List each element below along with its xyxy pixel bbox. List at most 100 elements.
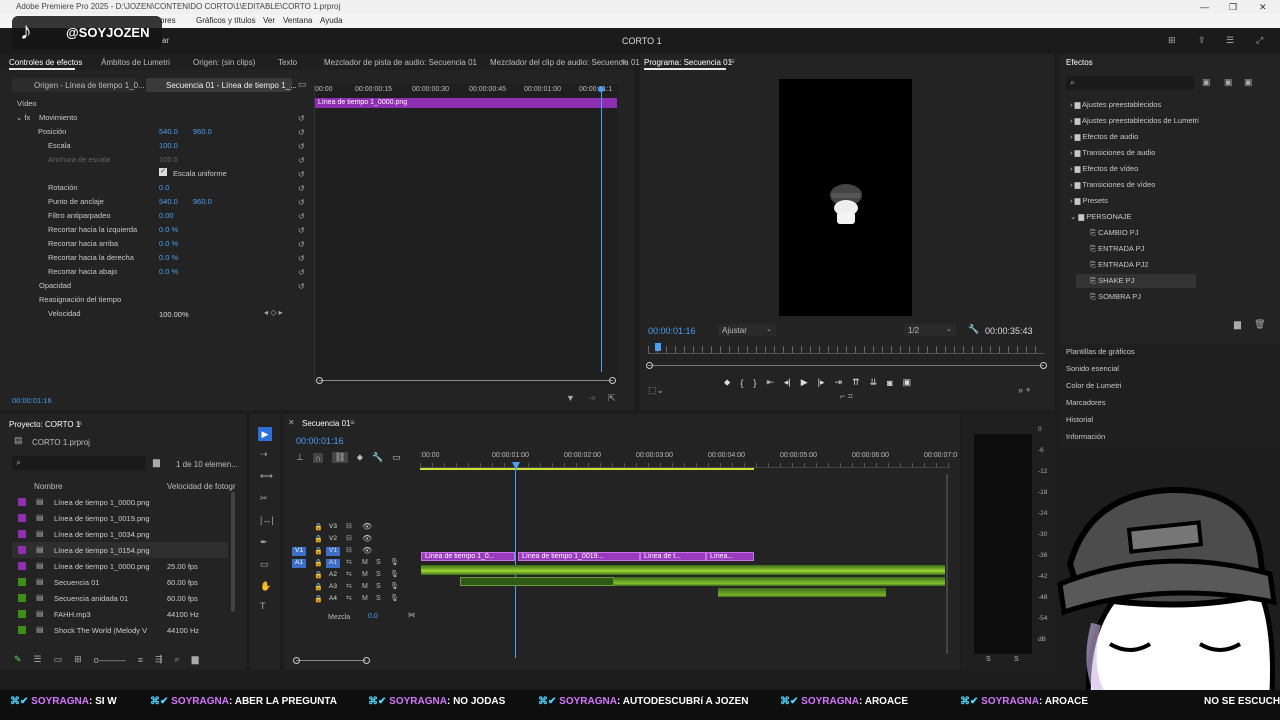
- slip-icon[interactable]: |↔|: [260, 516, 274, 525]
- source-patch-a1[interactable]: A1: [292, 559, 306, 568]
- mute-button[interactable]: M: [362, 571, 368, 578]
- value-anclaje-x[interactable]: 540.0: [159, 197, 178, 206]
- find-icon[interactable]: ⌕: [175, 654, 180, 665]
- value-recortar-abajo[interactable]: 0.0 %: [159, 267, 178, 276]
- sequence-tab[interactable]: Secuencia 01: [302, 419, 350, 428]
- video-clip[interactable]: Línea de t...: [640, 552, 706, 561]
- tab-audio-track-mixer[interactable]: Mezclador de pista de audio: Secuencia 0…: [324, 58, 477, 67]
- razor-icon[interactable]: ✂: [260, 494, 268, 503]
- reset-icon[interactable]: ↺: [298, 280, 310, 294]
- video-clip[interactable]: Línea de tiempo 1_0...: [421, 552, 515, 561]
- add-marker-icon[interactable]: ⬥: [357, 452, 363, 463]
- solo-button[interactable]: S: [376, 583, 381, 590]
- new-bin-icon[interactable]: ▆: [192, 654, 199, 665]
- value-posicion-x[interactable]: 540.0: [159, 127, 178, 136]
- tree-item-efectos-video[interactable]: › ▆ Efectos de vídeo: [1070, 164, 1138, 173]
- track-select-icon[interactable]: ⇢: [260, 450, 268, 459]
- project-item[interactable]: ▤ Línea de tiempo 1_0000.png 25.00 fps: [12, 558, 228, 574]
- effect-timeline[interactable]: 00:00 00:00:00:15 00:00:00:30 00:00:00:4…: [314, 84, 618, 384]
- mic-icon[interactable]: 🎙: [390, 594, 399, 602]
- video-clip[interactable]: Línea...: [706, 552, 754, 561]
- mic-icon[interactable]: 🎙: [390, 558, 399, 566]
- lock-icon[interactable]: 🔒: [314, 523, 323, 531]
- sequence-menu-icon[interactable]: ≡: [350, 419, 355, 427]
- reset-icon[interactable]: ↺: [298, 266, 310, 280]
- camera-icon[interactable]: ◙: [887, 378, 892, 388]
- type-icon[interactable]: T: [260, 602, 266, 611]
- menu-marcadores[interactable]: ores: [160, 14, 176, 28]
- toggle-timeline-icon[interactable]: ▭: [298, 80, 307, 89]
- program-menu-icon[interactable]: ≡: [730, 58, 735, 66]
- rectangle-icon[interactable]: ▭: [260, 560, 269, 569]
- value-recortar-arriba[interactable]: 0.0 %: [159, 239, 178, 248]
- mix-keyframe-icon[interactable]: ⋈: [408, 612, 415, 619]
- eye-icon[interactable]: 👁: [362, 522, 372, 531]
- solo-button[interactable]: S: [376, 559, 381, 566]
- marker-icon[interactable]: ⬥: [724, 377, 730, 388]
- icon-view-icon[interactable]: ▭: [54, 654, 63, 665]
- mute-button[interactable]: M: [362, 583, 368, 590]
- compare-icon[interactable]: ▣: [903, 377, 912, 388]
- preset-entrada-pj[interactable]: ⎘ ENTRADA PJ: [1090, 244, 1144, 254]
- track-header[interactable]: 🔒 V3 ⊟ 👁: [292, 522, 418, 534]
- mic-icon[interactable]: 🎙: [390, 582, 399, 590]
- list-view-icon[interactable]: ☰: [34, 654, 42, 665]
- linked-selection-icon[interactable]: ⛓: [332, 452, 348, 463]
- filter-icon[interactable]: ▼: [566, 394, 575, 403]
- mic-icon[interactable]: 🎙: [390, 570, 399, 578]
- tree-item-efectos-audio[interactable]: › ▆ Efectos de audio: [1070, 132, 1138, 141]
- workspaces-icon[interactable]: ⊞: [1168, 36, 1176, 45]
- program-timecode[interactable]: 00:00:01:16: [648, 326, 696, 336]
- value-recortar-izquierda[interactable]: 0.0 %: [159, 225, 178, 234]
- timeline-zoom-left[interactable]: [293, 657, 300, 664]
- play-icon[interactable]: ▶: [801, 377, 808, 388]
- close-window-button[interactable]: ✕: [1259, 0, 1267, 14]
- go-to-in-icon[interactable]: ⇤: [766, 377, 774, 388]
- ec-scroll-handle-left[interactable]: [316, 377, 323, 384]
- eye-icon[interactable]: 👁: [362, 546, 372, 555]
- new-bin-from-search-icon[interactable]: ▆: [153, 458, 160, 467]
- panel-plantillas[interactable]: Plantillas de gráficos: [1066, 347, 1135, 357]
- source-clip-tab[interactable]: Origen - Línea de tiempo 1_0...: [12, 78, 145, 92]
- zoom-slider[interactable]: o———: [94, 655, 126, 665]
- solo-button[interactable]: S: [376, 595, 381, 602]
- automate-icon[interactable]: ⇶: [155, 654, 163, 665]
- captions-icon[interactable]: ▭: [392, 452, 401, 463]
- value-anclaje-y[interactable]: 960.0: [193, 197, 212, 206]
- snap-icon[interactable]: ∩: [312, 452, 324, 463]
- track-name[interactable]: V3: [326, 523, 340, 532]
- track-header[interactable]: 🔒 A3 ⇆ M S 🎙: [292, 582, 418, 594]
- ec-playhead[interactable]: [601, 86, 602, 372]
- keyframe-nav-icon[interactable]: ◂ ◇ ▸: [264, 309, 283, 317]
- tree-item-transiciones-audio[interactable]: › ▆ Transiciones de audio: [1070, 148, 1155, 157]
- panel-marcadores[interactable]: Marcadores: [1066, 398, 1106, 407]
- project-item[interactable]: ▤ Secuencia 01 60.00 fps: [12, 574, 228, 590]
- project-item[interactable]: ▤ Línea de tiempo 1_0034.png: [12, 526, 228, 542]
- 32bit-effects-icon[interactable]: ▣: [1224, 78, 1233, 87]
- lock-icon[interactable]: 🔒: [314, 583, 323, 591]
- track-header[interactable]: A1 🔒 A1 ⇆ M S 🎙: [292, 558, 418, 570]
- reset-icon[interactable]: ↺: [298, 252, 310, 266]
- reset-icon[interactable]: ↺: [298, 238, 310, 252]
- value-velocidad[interactable]: 100.00%: [159, 310, 189, 319]
- audio-clip-a3[interactable]: [718, 588, 886, 597]
- hand-icon[interactable]: ✋: [260, 582, 271, 591]
- audio-clip-a1[interactable]: [421, 565, 945, 575]
- share-icon[interactable]: ⇪: [1198, 36, 1206, 45]
- ripple-edit-icon[interactable]: ⟷: [260, 472, 273, 481]
- new-bin-icon[interactable]: ▆: [1234, 320, 1241, 329]
- panel-historial[interactable]: Historial: [1066, 415, 1093, 424]
- reset-icon[interactable]: ↺: [298, 112, 310, 126]
- sync-lock-icon[interactable]: ⇆: [346, 570, 352, 578]
- lock-icon[interactable]: 🔒: [314, 595, 323, 603]
- track-header[interactable]: 🔒 V2 ⊟ 👁: [292, 534, 418, 546]
- timeline-zoom-right[interactable]: [363, 657, 370, 664]
- tab-effect-controls[interactable]: Controles de efectos: [9, 58, 82, 67]
- pen-icon[interactable]: ✒: [260, 538, 268, 547]
- effects-title[interactable]: Efectos: [1066, 58, 1093, 67]
- audio-clip-a2-1[interactable]: [460, 577, 614, 586]
- tree-item-personaje[interactable]: ⌄ ▆ PERSONAJE: [1070, 212, 1132, 221]
- solo-button[interactable]: S: [376, 571, 381, 578]
- program-playhead[interactable]: [655, 343, 661, 351]
- sync-lock-icon[interactable]: ⇆: [346, 582, 352, 590]
